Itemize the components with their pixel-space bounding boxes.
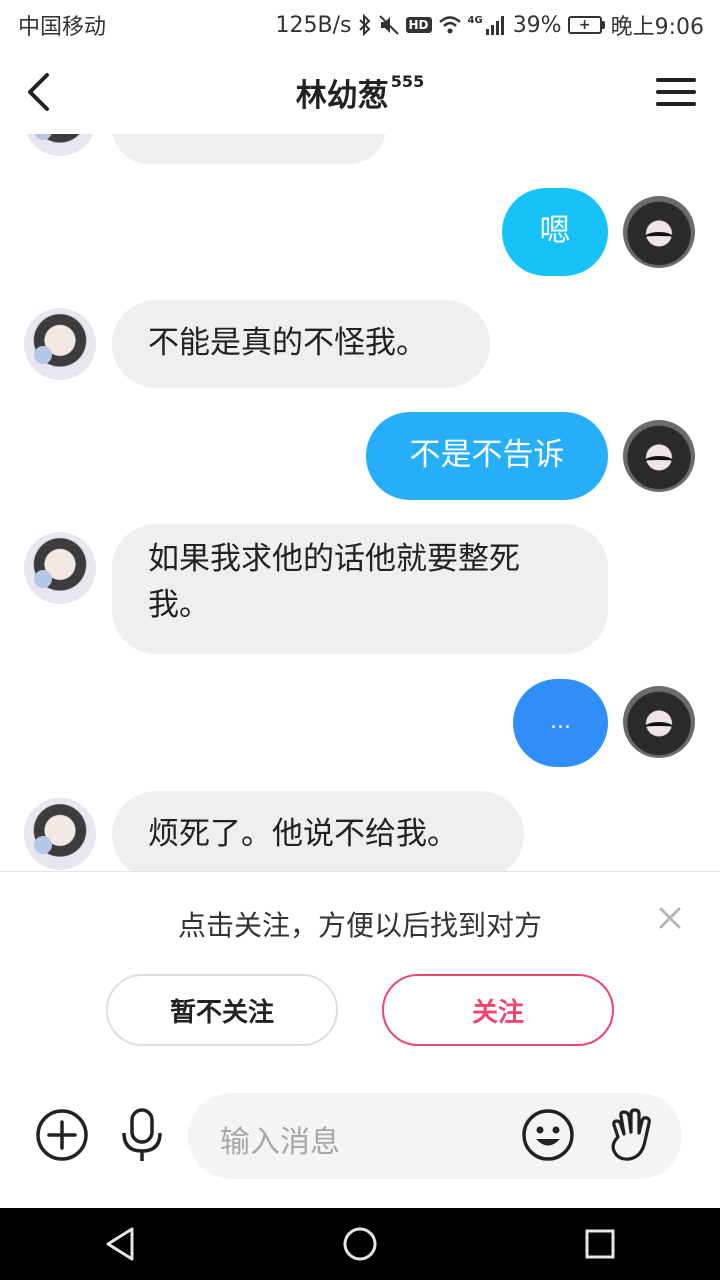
chevron-left-icon: [28, 73, 49, 111]
contact-name: 林幼葱: [295, 77, 389, 114]
system-nav-bar: [0, 1208, 720, 1280]
signal-icon: [485, 14, 507, 36]
message-input-placeholder: 输入消息: [220, 1125, 340, 1160]
not-follow-button[interactable]: 暂不关注: [106, 974, 338, 1046]
carrier-label: 中国移动: [18, 15, 107, 40]
follow-prompt-text: 点击关注，方便以后找到对方: [177, 909, 542, 942]
menu-icon-line: [656, 78, 696, 82]
microphone-icon: [122, 1108, 162, 1161]
battery-percent: 39%: [512, 12, 562, 38]
chat-screen: 中国移动 125B/s HD 4G 39% + 晚上9:06 林幼葱 555 嗯…: [0, 0, 720, 1280]
status-indicators: 125B/s HD 4G 39% + 晚上9:06: [276, 9, 704, 41]
contact-avatar[interactable]: [24, 134, 96, 156]
status-bar: 中国移动 125B/s HD 4G 39% + 晚上9:06: [0, 0, 720, 50]
contact-title[interactable]: 林幼葱 555: [296, 70, 424, 115]
my-avatar[interactable]: [623, 686, 695, 758]
contact-avatar[interactable]: [24, 308, 96, 380]
circle-home-icon: [343, 1227, 377, 1261]
add-button[interactable]: [34, 1107, 90, 1163]
plus-circle-icon: [36, 1109, 88, 1161]
menu-icon-line: [656, 102, 696, 106]
my-avatar[interactable]: [623, 420, 695, 492]
contact-avatar[interactable]: [24, 798, 96, 870]
wifi-icon: [438, 15, 462, 35]
follow-prompt: 点击关注，方便以后找到对方 暂不关注 关注: [0, 871, 720, 1081]
hd-badge: HD: [405, 17, 432, 33]
battery-icon: +: [567, 16, 605, 34]
back-button[interactable]: [18, 70, 58, 114]
message-bubble-incoming[interactable]: 如果我求他的话他就要整死我。: [112, 524, 608, 654]
emoji-button[interactable]: [520, 1107, 576, 1163]
close-button[interactable]: [654, 902, 686, 934]
menu-icon-line: [656, 90, 696, 94]
contact-avatar[interactable]: [24, 532, 96, 604]
mute-icon: [378, 14, 400, 36]
waving-hand-icon: [611, 1108, 651, 1161]
triangle-back-icon: [106, 1227, 134, 1261]
nav-recents-button[interactable]: [570, 1214, 630, 1274]
message-list[interactable]: 嗯 不能是真的不怪我。 不是不告诉 如果我求他的话他就要整死我。 ... 烦死了…: [0, 134, 720, 871]
message-bubble-outgoing[interactable]: ...: [513, 679, 608, 767]
contact-name-suffix: 555: [390, 71, 425, 91]
message-bubble-incoming[interactable]: 烦死了。他说不给我。: [112, 791, 524, 871]
message-bubble-outgoing[interactable]: 嗯: [502, 188, 608, 276]
smiley-icon: [522, 1109, 574, 1161]
close-icon: [659, 907, 681, 929]
follow-button[interactable]: 关注: [382, 974, 614, 1046]
network-speed: 125B/s: [275, 12, 352, 38]
nav-back-button[interactable]: [90, 1214, 150, 1274]
gesture-button[interactable]: [602, 1107, 658, 1163]
message-bubble-partial: [112, 134, 386, 164]
my-avatar[interactable]: [623, 196, 695, 268]
signal-type-label: 4G: [467, 15, 483, 26]
menu-button[interactable]: [656, 74, 696, 110]
square-recents-icon: [585, 1229, 615, 1259]
message-bubble-incoming[interactable]: 不能是真的不怪我。: [112, 300, 490, 388]
bluetooth-icon: [358, 14, 372, 36]
message-bubble-outgoing[interactable]: 不是不告诉: [366, 412, 608, 500]
voice-button[interactable]: [114, 1107, 170, 1163]
nav-home-button[interactable]: [330, 1214, 390, 1274]
message-input-bar: 输入消息: [0, 1081, 720, 1208]
clock: 晚上9:06: [610, 15, 704, 40]
chat-header: 林幼葱 555: [0, 50, 720, 134]
